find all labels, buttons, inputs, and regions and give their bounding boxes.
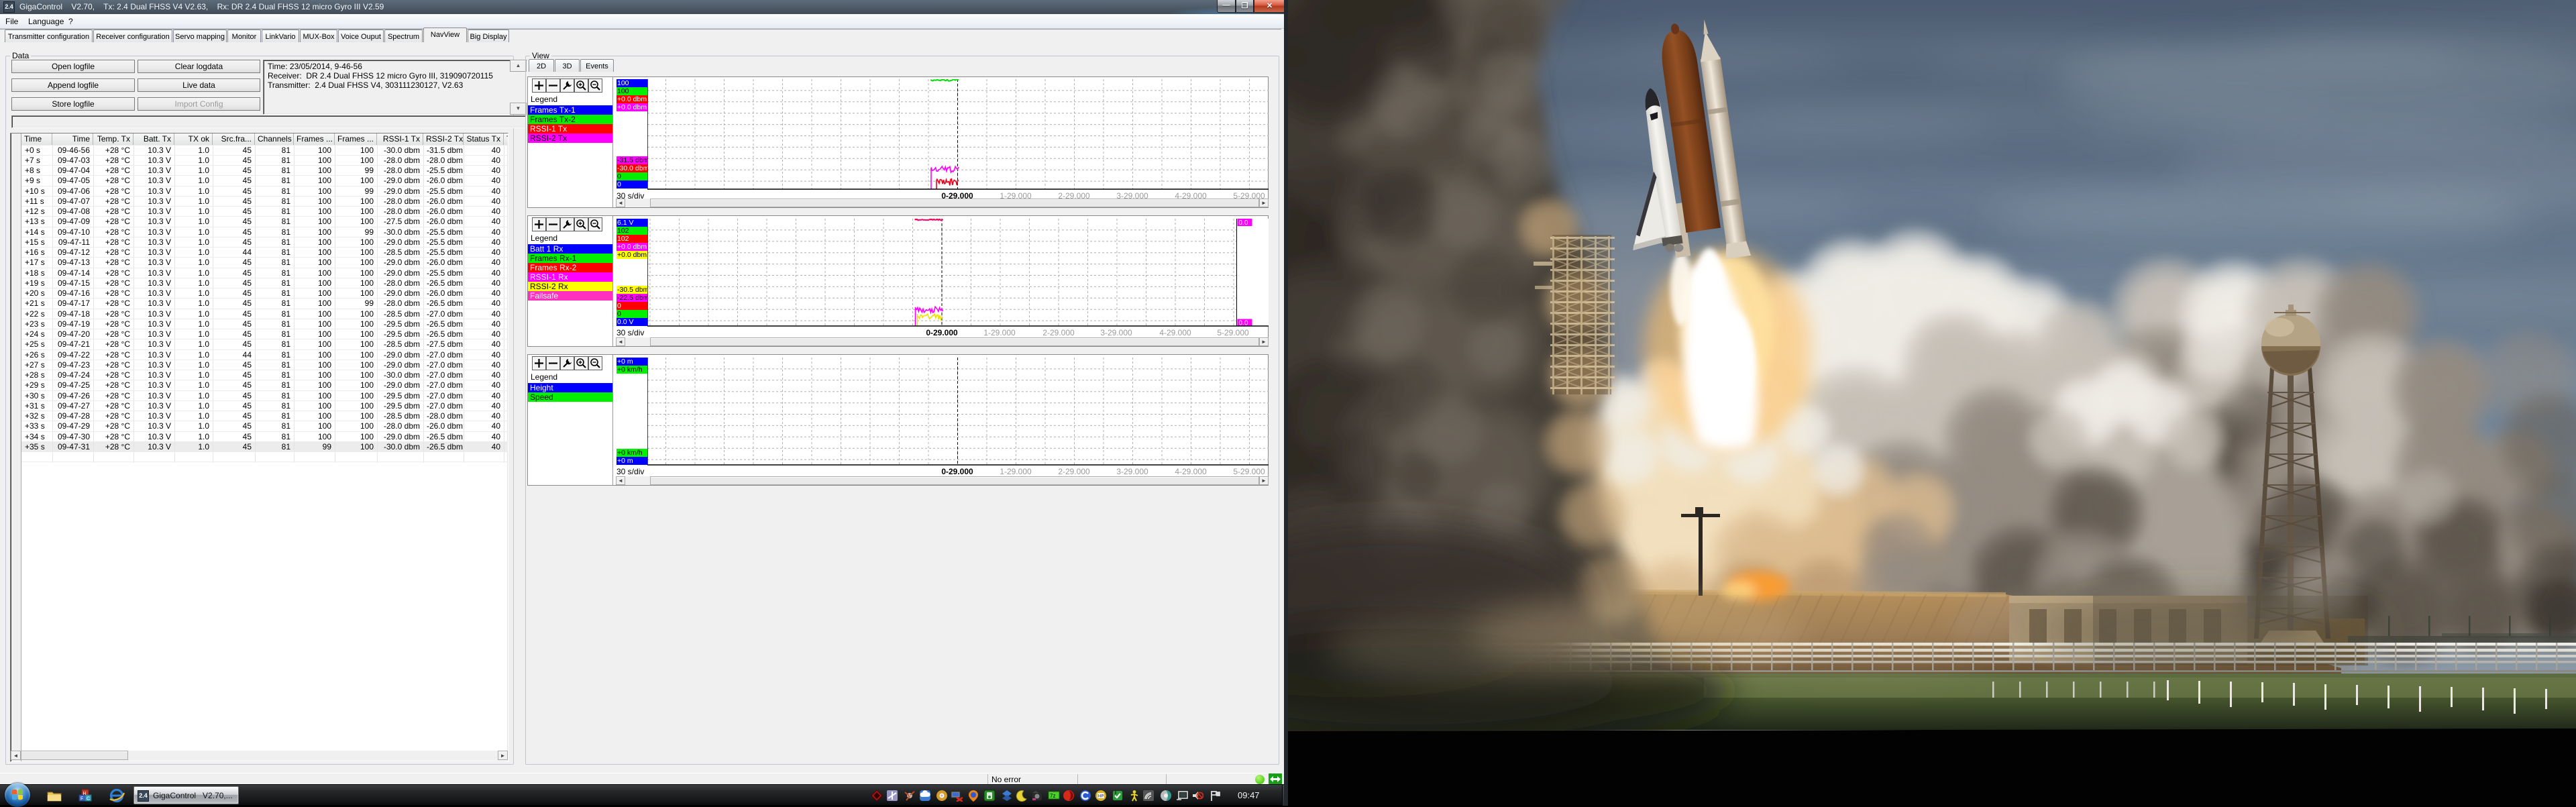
svg-text:F: F	[80, 797, 83, 802]
svg-text:0.0: 0.0	[1238, 219, 1248, 227]
svg-text:H: H	[83, 792, 87, 796]
svg-text:HP: HP	[1098, 795, 1104, 799]
svg-text:7z: 7z	[1050, 793, 1055, 799]
svg-text:C: C	[87, 797, 90, 802]
